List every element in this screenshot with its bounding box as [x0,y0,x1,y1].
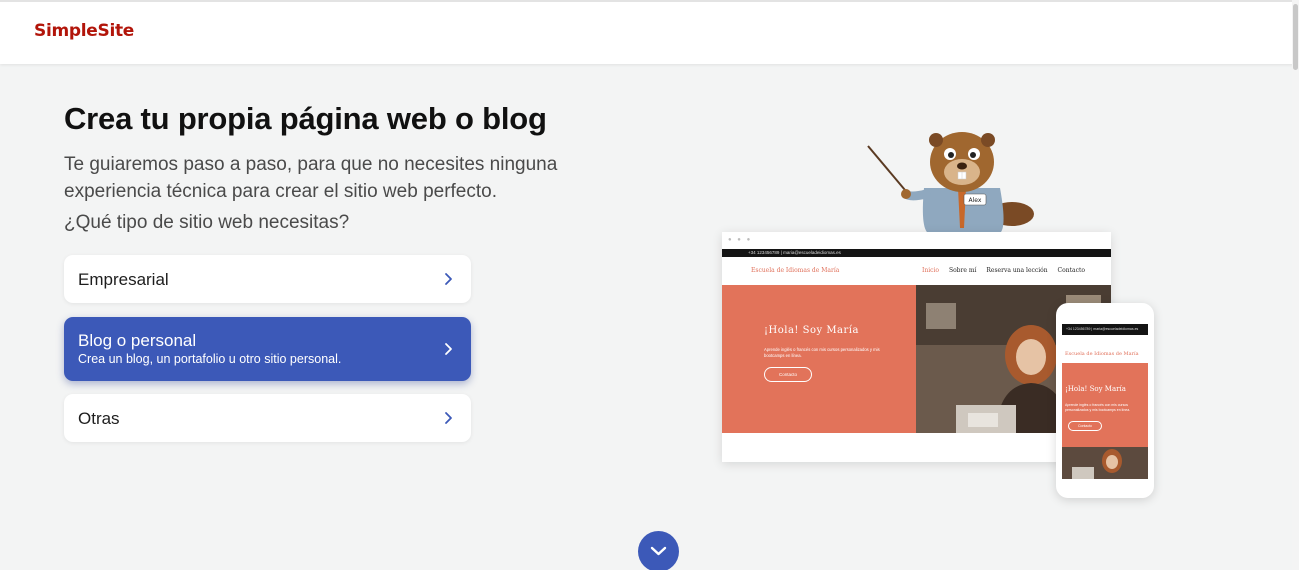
mockup-nav-link: Reserva una lección [986,267,1048,274]
mockup-brand: Escuela de Idiomas de María [1065,351,1139,357]
option-otras[interactable]: Otras [64,394,471,442]
scroll-down-button[interactable] [638,531,679,570]
mockup-hero-button: Contacto [1068,421,1102,431]
option-label: Otras [78,409,120,428]
top-bar: SimpleSite [0,0,1299,64]
mockup-hero-text: Aprende inglés o francés con mis cursos … [764,347,880,358]
simplesite-logo[interactable]: SimpleSite [34,21,134,41]
mockup-contact-text: +34 123456789 | maria@escueladeidiomas.e… [748,250,841,255]
mockup-nav-link: Sobre mí [948,267,977,274]
option-empresarial[interactable]: Empresarial [64,255,471,303]
page-scrollbar[interactable] [1292,0,1299,570]
chevron-down-icon [650,546,667,556]
mockup-photo-woman [1062,447,1148,479]
mockup-hero-title: ¡Hola! Soy María [1065,385,1126,393]
mockup-contact-bar: +34 123456789 | maria@escueladeidiomas.e… [722,249,1111,257]
chevron-right-icon [445,273,452,285]
beaver-mascot-illustration: Alex [867,132,1034,234]
mockup-hero-title: ¡Hola! Soy María [764,325,859,336]
mockup-hero-button: Contacto [764,367,812,382]
site-type-question: ¿Qué tipo de sitio web necesitas? [64,212,350,233]
browser-chrome: ● ● ● [722,232,1111,249]
mockup-contact-bar: +34 123456789 | maria@escueladeidiomas.e… [1062,324,1148,335]
name-badge-text: Alex [969,197,982,204]
option-label: Empresarial [78,270,169,289]
option-label: Blog o personal [78,331,197,350]
page-subtitle: Te guiaremos paso a paso, para que no ne… [64,154,558,202]
option-description: Crea un blog, un portafolio u otro sitio… [78,352,342,366]
phone-website-mockup: +34 123456789 | maria@escueladeidiomas.e… [1056,303,1154,498]
mockup-nav-link: Contacto [1057,267,1085,274]
mockup-nav: Escuela de Idiomas de María Inicio Sobre… [722,257,1111,285]
chevron-right-icon [445,343,452,355]
option-blog-personal[interactable]: Blog o personal Crea un blog, un portafo… [64,317,471,381]
mockup-nav-link: Inicio [921,267,940,274]
mockup-contact-text: +34 123456789 | maria@escueladeidiomas.e… [1066,327,1139,331]
mockup-nav-links: Inicio Sobre mí Reserva una lección Cont… [914,267,1085,274]
pointer-stick [867,145,911,197]
mockup-brand: Escuela de Idiomas de María [751,267,840,274]
mockup-hero: ¡Hola! Soy María Aprende inglés o francé… [722,285,916,433]
scrollbar-thumb[interactable] [1293,4,1298,70]
chevron-right-icon [445,412,452,424]
desktop-website-mockup: ● ● ● +34 123456789 | maria@escueladeidi… [722,232,1111,462]
page-title: Crea tu propia página web o blog [64,101,547,136]
mockup-hero: ¡Hola! Soy María Aprende inglés o francé… [1062,363,1148,447]
mockup-hero-text: Aprende inglés o francés con mis cursos … [1065,403,1131,412]
